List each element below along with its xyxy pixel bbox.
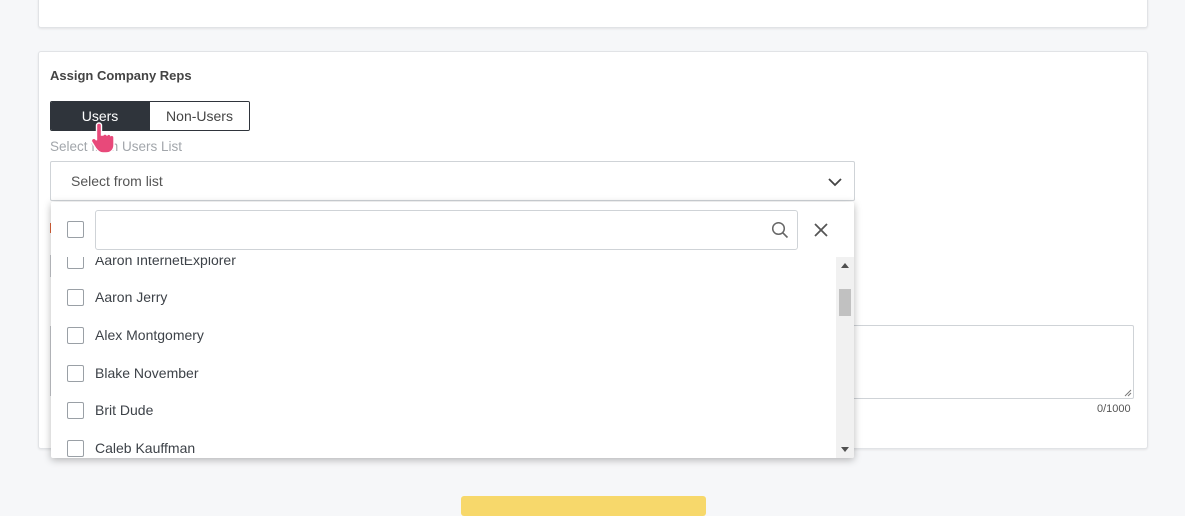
item-label: Blake November	[95, 365, 199, 381]
item-checkbox[interactable]	[67, 327, 84, 344]
dropdown-search-box	[95, 210, 798, 250]
scroll-up-icon[interactable]	[841, 263, 849, 268]
scroll-down-icon[interactable]	[841, 447, 849, 452]
item-label: Brit Dude	[95, 402, 154, 418]
user-type-toggle: Users Non-Users	[50, 101, 250, 131]
dropdown-list[interactable]: Aaron InternetExplorer Aaron Jerry Alex …	[51, 257, 836, 458]
notes-textarea[interactable]	[847, 325, 1134, 399]
chevron-down-icon	[828, 178, 842, 187]
list-item[interactable]: Aaron InternetExplorer	[51, 257, 836, 279]
dropdown-search-input[interactable]	[104, 213, 768, 247]
item-checkbox[interactable]	[67, 402, 84, 419]
item-label: Alex Montgomery	[95, 327, 204, 343]
dropdown-header	[51, 202, 854, 257]
users-select[interactable]: Select from list	[50, 161, 855, 201]
list-item[interactable]: Blake November	[51, 355, 836, 392]
select-users-label: Select from Users List	[50, 139, 183, 154]
item-label: Aaron Jerry	[95, 289, 168, 305]
list-item[interactable]: Aaron Jerry	[51, 279, 836, 316]
item-checkbox[interactable]	[67, 289, 84, 306]
submit-button[interactable]	[461, 496, 706, 516]
list-item[interactable]: Brit Dude	[51, 392, 836, 429]
char-counter: 0/1000	[1097, 403, 1131, 415]
scroll-thumb[interactable]	[839, 289, 851, 316]
close-icon[interactable]	[813, 222, 829, 238]
search-icon[interactable]	[771, 221, 789, 239]
list-item[interactable]: Alex Montgomery	[51, 317, 836, 354]
select-all-checkbox[interactable]	[67, 221, 84, 238]
select-placeholder: Select from list	[71, 173, 163, 189]
item-checkbox[interactable]	[67, 365, 84, 382]
item-checkbox[interactable]	[67, 257, 84, 269]
section-title: Assign Company Reps	[50, 68, 192, 83]
hand-pointer-icon	[90, 122, 115, 154]
resize-grip-icon[interactable]	[1123, 388, 1132, 397]
item-checkbox[interactable]	[67, 440, 84, 457]
item-label: Caleb Kauffman	[95, 440, 196, 456]
list-item[interactable]: Caleb Kauffman	[51, 430, 836, 458]
item-label: Aaron InternetExplorer	[95, 257, 236, 268]
users-dropdown-panel: Aaron InternetExplorer Aaron Jerry Alex …	[51, 202, 854, 458]
dropdown-scrollbar[interactable]	[836, 257, 854, 458]
previous-section-card	[38, 0, 1148, 28]
non-users-toggle-button[interactable]: Non-Users	[149, 102, 249, 130]
